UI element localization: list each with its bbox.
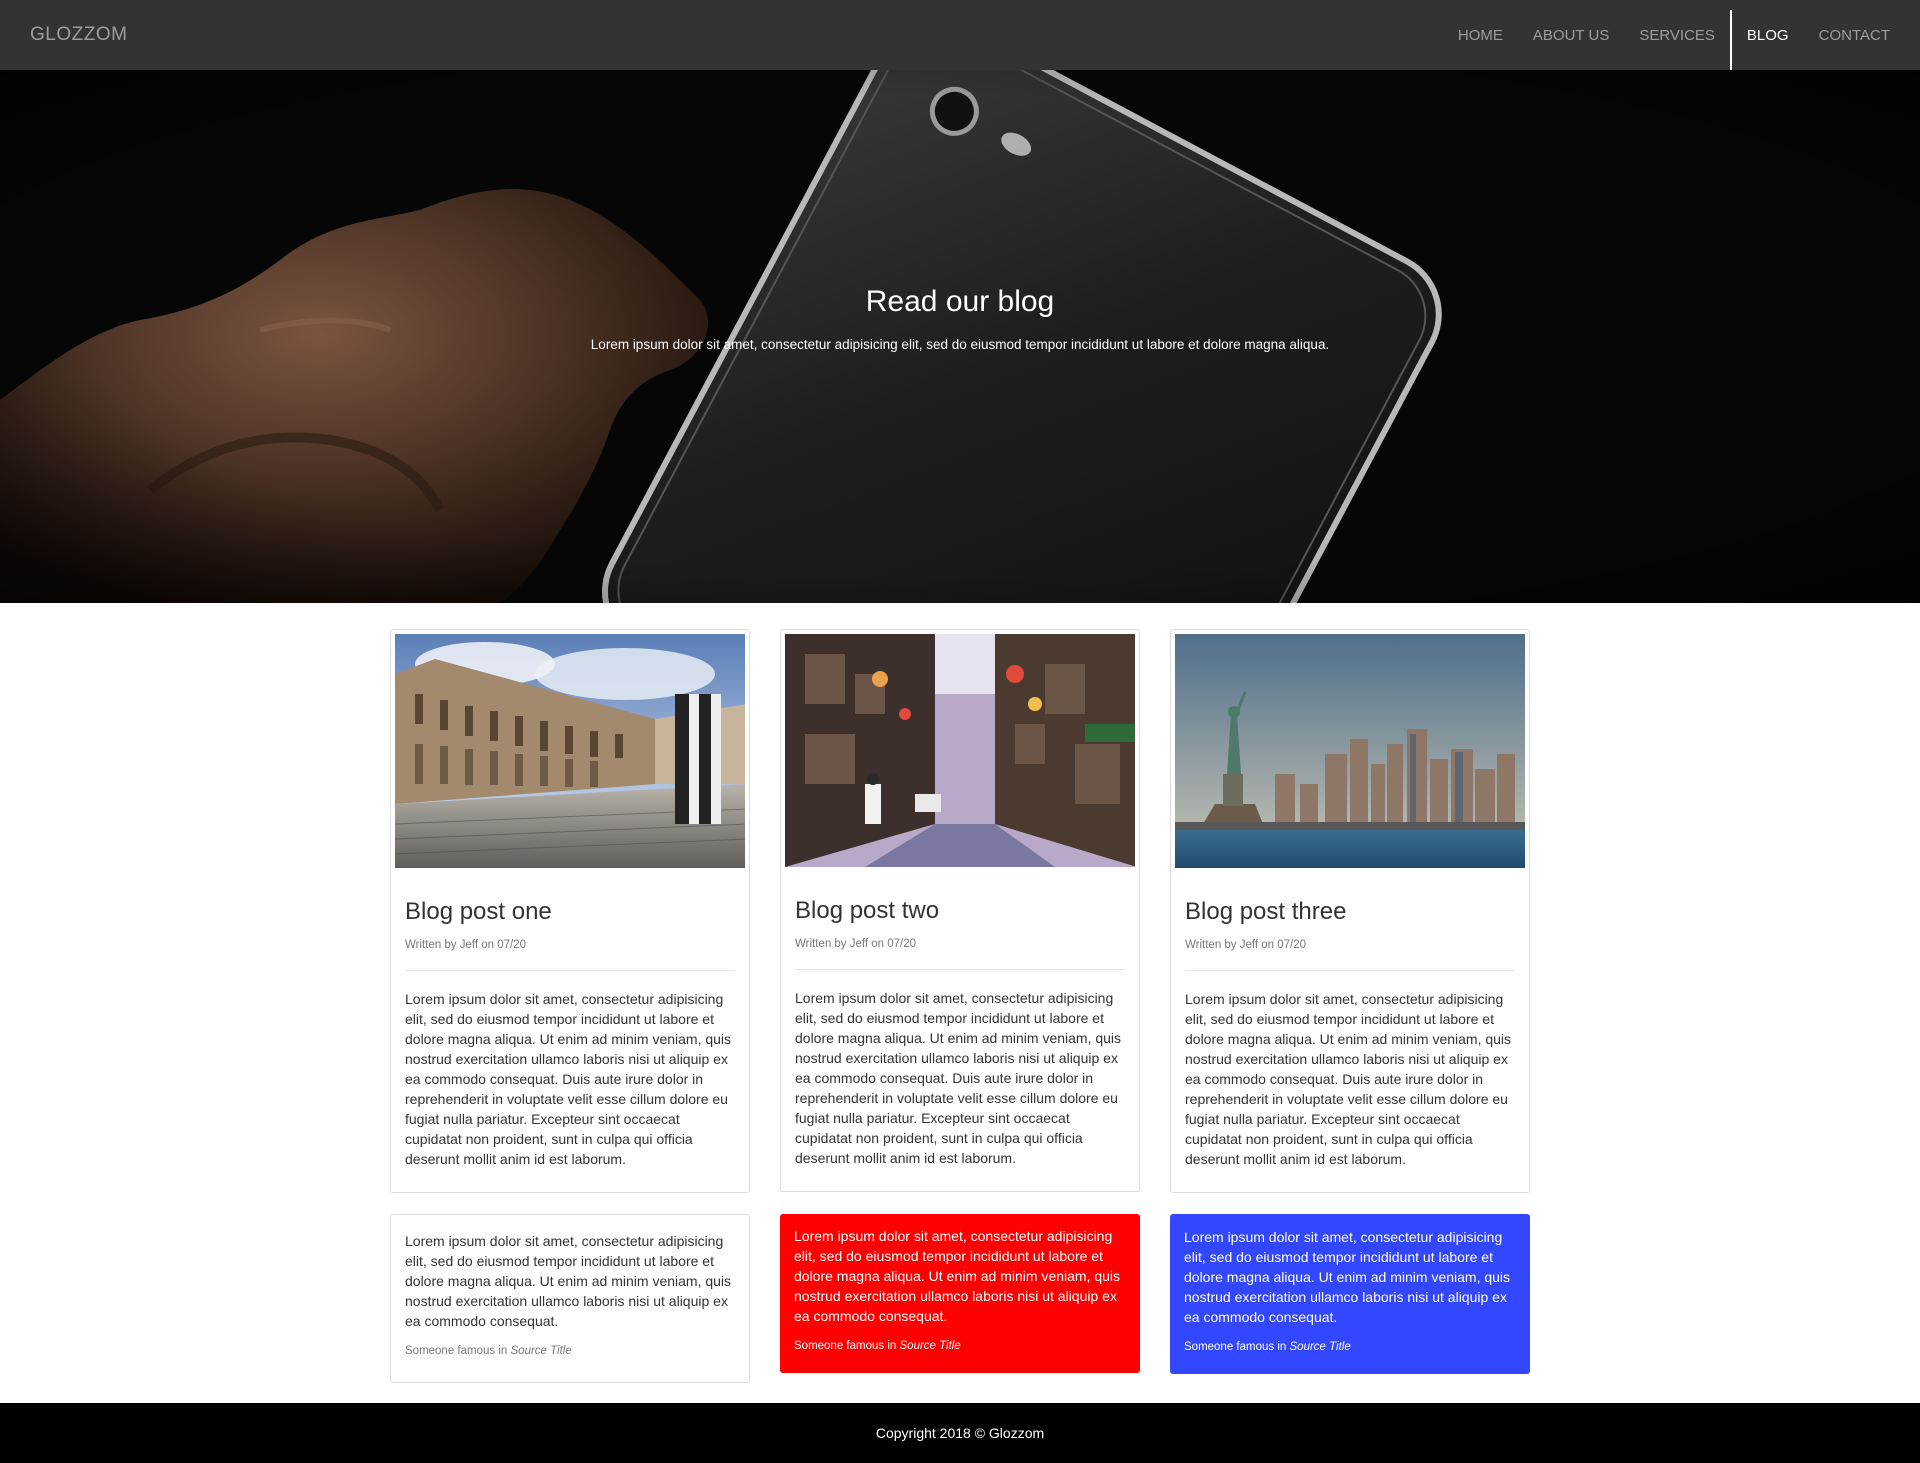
nav-item-about-us[interactable]: ABOUT US bbox=[1518, 0, 1624, 70]
page-footer: Copyright 2018 © Glozzom bbox=[0, 1403, 1920, 1463]
nav-item-contact[interactable]: CONTACT bbox=[1804, 0, 1905, 70]
quote-card: Lorem ipsum dolor sit amet, consectetur … bbox=[390, 1214, 750, 1383]
hero-subtitle: Lorem ipsum dolor sit amet, consectetur … bbox=[590, 337, 1330, 352]
blog-post-body: Lorem ipsum dolor sit amet, consectetur … bbox=[405, 991, 732, 1167]
quote-card-blue: Lorem ipsum dolor sit amet, consectetur … bbox=[1170, 1214, 1530, 1374]
blog-post-title[interactable]: Blog post one bbox=[405, 898, 552, 926]
blog-post-image-skyline bbox=[1175, 634, 1525, 868]
blog-post-title[interactable]: Blog post two bbox=[795, 897, 939, 925]
brand-logo[interactable]: GLOZZOM bbox=[30, 24, 127, 46]
hero-banner: Read our blog Lorem ipsum dolor sit amet… bbox=[0, 70, 1920, 603]
quote-author: Someone famous in bbox=[405, 1345, 508, 1357]
divider bbox=[405, 970, 735, 971]
nav-item-services[interactable]: SERVICES bbox=[1624, 0, 1730, 70]
quote-author: Someone famous in bbox=[1184, 1341, 1287, 1353]
blog-post-meta: Written by Jeff on 07/20 bbox=[1185, 939, 1307, 951]
divider bbox=[1185, 970, 1515, 971]
quote-text: Lorem ipsum dolor sit amet, consectetur … bbox=[405, 1233, 732, 1329]
divider bbox=[795, 969, 1125, 970]
quote-source-title: Source Title bbox=[510, 1345, 572, 1357]
quote-source-title: Source Title bbox=[1289, 1341, 1351, 1353]
copyright-text: Copyright 2018 © Glozzom bbox=[875, 1425, 1045, 1441]
blog-post-card: Blog post three Written by Jeff on 07/20… bbox=[1170, 629, 1530, 1193]
nav-item-blog[interactable]: BLOG bbox=[1729, 10, 1804, 70]
blog-post-card: Blog post one Written by Jeff on 07/20 L… bbox=[390, 629, 750, 1193]
quote-card-red: Lorem ipsum dolor sit amet, consectetur … bbox=[780, 1214, 1140, 1373]
nav-item-home[interactable]: HOME bbox=[1443, 0, 1518, 70]
blog-post-title[interactable]: Blog post three bbox=[1185, 898, 1346, 926]
navbar: GLOZZOM HOME ABOUT US SERVICES BLOG CONT… bbox=[0, 0, 1920, 70]
blog-post-body: Lorem ipsum dolor sit amet, consectetur … bbox=[795, 990, 1122, 1166]
blog-post-card: Blog post two Written by Jeff on 07/20 L… bbox=[780, 629, 1140, 1192]
hero-title: Read our blog bbox=[865, 285, 1055, 318]
quote-source-title: Source Title bbox=[899, 1340, 961, 1352]
quote-source: Someone famous in Source Title bbox=[794, 1336, 1126, 1356]
blog-post-image-street bbox=[785, 634, 1135, 867]
blog-post-meta: Written by Jeff on 07/20 bbox=[795, 938, 917, 950]
blog-post-meta: Written by Jeff on 07/20 bbox=[405, 939, 527, 951]
hero-content: Read our blog Lorem ipsum dolor sit amet… bbox=[0, 70, 1920, 603]
blog-post-image-courtyard bbox=[395, 634, 745, 868]
quote-source: Someone famous in Source Title bbox=[1184, 1337, 1516, 1357]
quote-author: Someone famous in bbox=[794, 1340, 897, 1352]
blog-post-body: Lorem ipsum dolor sit amet, consectetur … bbox=[1185, 991, 1512, 1167]
quote-text: Lorem ipsum dolor sit amet, consectetur … bbox=[794, 1228, 1121, 1324]
nav-menu: HOME ABOUT US SERVICES BLOG CONTACT bbox=[1443, 0, 1905, 70]
quote-source: Someone famous in Source Title bbox=[405, 1341, 735, 1361]
quote-text: Lorem ipsum dolor sit amet, consectetur … bbox=[1184, 1229, 1511, 1325]
